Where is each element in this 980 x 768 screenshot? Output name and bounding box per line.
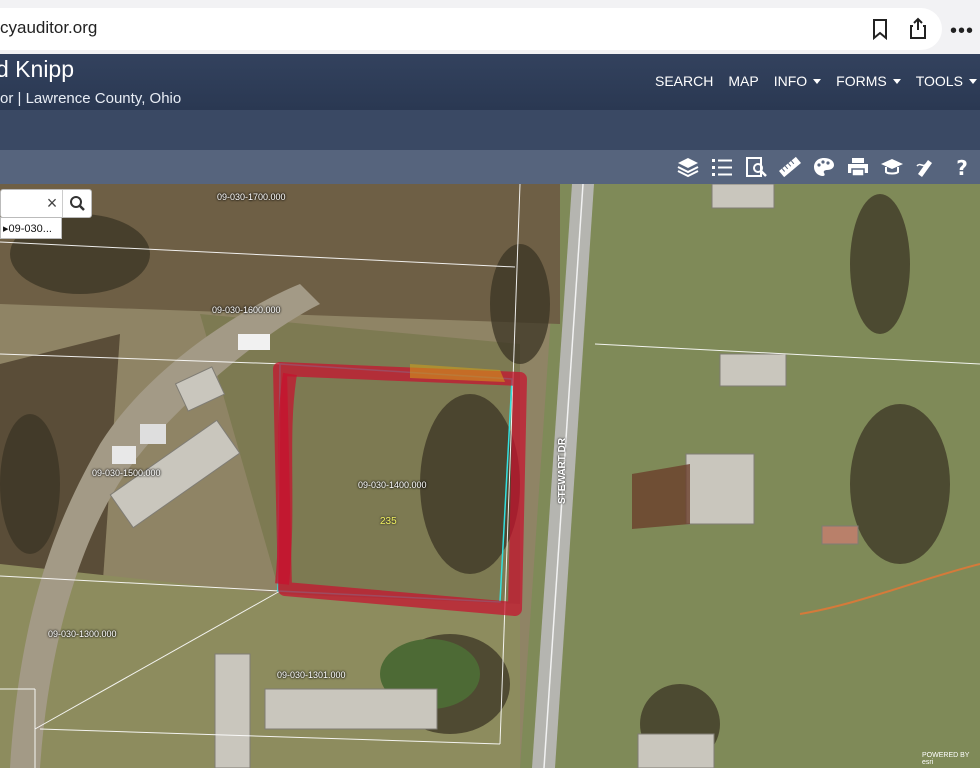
site-header: d Knipp or | Lawrence County, Ohio SEARC… xyxy=(0,54,980,110)
help-icon[interactable]: ? xyxy=(950,156,974,178)
nav-tools[interactable]: TOOLS xyxy=(916,73,977,89)
layers-icon[interactable] xyxy=(676,156,700,178)
chevron-down-icon xyxy=(892,78,901,84)
sub-header-band xyxy=(0,110,980,150)
chevron-down-icon xyxy=(813,78,822,84)
parcel-label[interactable]: 09-030-1600.000 xyxy=(212,305,281,315)
nav-info[interactable]: INFO xyxy=(774,73,822,89)
search-icon[interactable] xyxy=(62,190,92,217)
url-text[interactable]: cyauditor.org xyxy=(0,18,97,38)
map-toolbar: ? xyxy=(0,150,980,184)
search-document-icon[interactable] xyxy=(744,156,768,178)
nav-search[interactable]: SEARCH xyxy=(655,73,713,89)
svg-text:?: ? xyxy=(956,156,968,178)
more-options-icon[interactable]: ••• xyxy=(950,20,974,43)
parcel-label[interactable]: 09-030-1700.000 xyxy=(217,192,286,202)
list-icon[interactable] xyxy=(710,156,734,178)
parcel-label[interactable]: 09-030-1400.000 xyxy=(358,480,427,490)
lot-number: 235 xyxy=(380,516,397,527)
draw-icon[interactable] xyxy=(914,156,938,178)
parcel-label[interactable]: 09-030-1500.000 xyxy=(92,468,161,478)
parcel-label[interactable]: 09-030-1300.000 xyxy=(48,629,117,639)
palette-icon[interactable] xyxy=(812,156,836,178)
ruler-icon[interactable] xyxy=(778,156,802,178)
site-name: d Knipp xyxy=(0,56,75,82)
close-icon[interactable]: × xyxy=(43,193,61,213)
top-navigation: SEARCH MAP INFO FORMS TOOLS xyxy=(655,73,980,89)
graduation-cap-icon[interactable] xyxy=(880,156,904,178)
nav-map[interactable]: MAP xyxy=(728,73,758,89)
map-view[interactable]: 09-030-1700.000 09-030-1600.000 09-030-1… xyxy=(0,184,980,768)
search-suggestion[interactable]: ▸09-030... xyxy=(0,217,62,239)
bookmark-icon[interactable] xyxy=(870,18,890,40)
site-subtitle: or | Lawrence County, Ohio xyxy=(0,90,182,107)
road-label: STEWART DR xyxy=(557,437,568,504)
browser-toolbar: cyauditor.org ••• xyxy=(0,0,980,54)
chevron-down-icon xyxy=(968,78,977,84)
esri-attribution: POWERED BY esri xyxy=(922,752,970,766)
print-icon[interactable] xyxy=(846,156,870,178)
parcel-search-box: × xyxy=(0,189,92,218)
nav-forms[interactable]: FORMS xyxy=(836,73,901,89)
address-bar[interactable]: cyauditor.org xyxy=(0,8,942,50)
parcel-label[interactable]: 09-030-1301.000 xyxy=(277,670,346,680)
share-icon[interactable] xyxy=(907,16,929,40)
